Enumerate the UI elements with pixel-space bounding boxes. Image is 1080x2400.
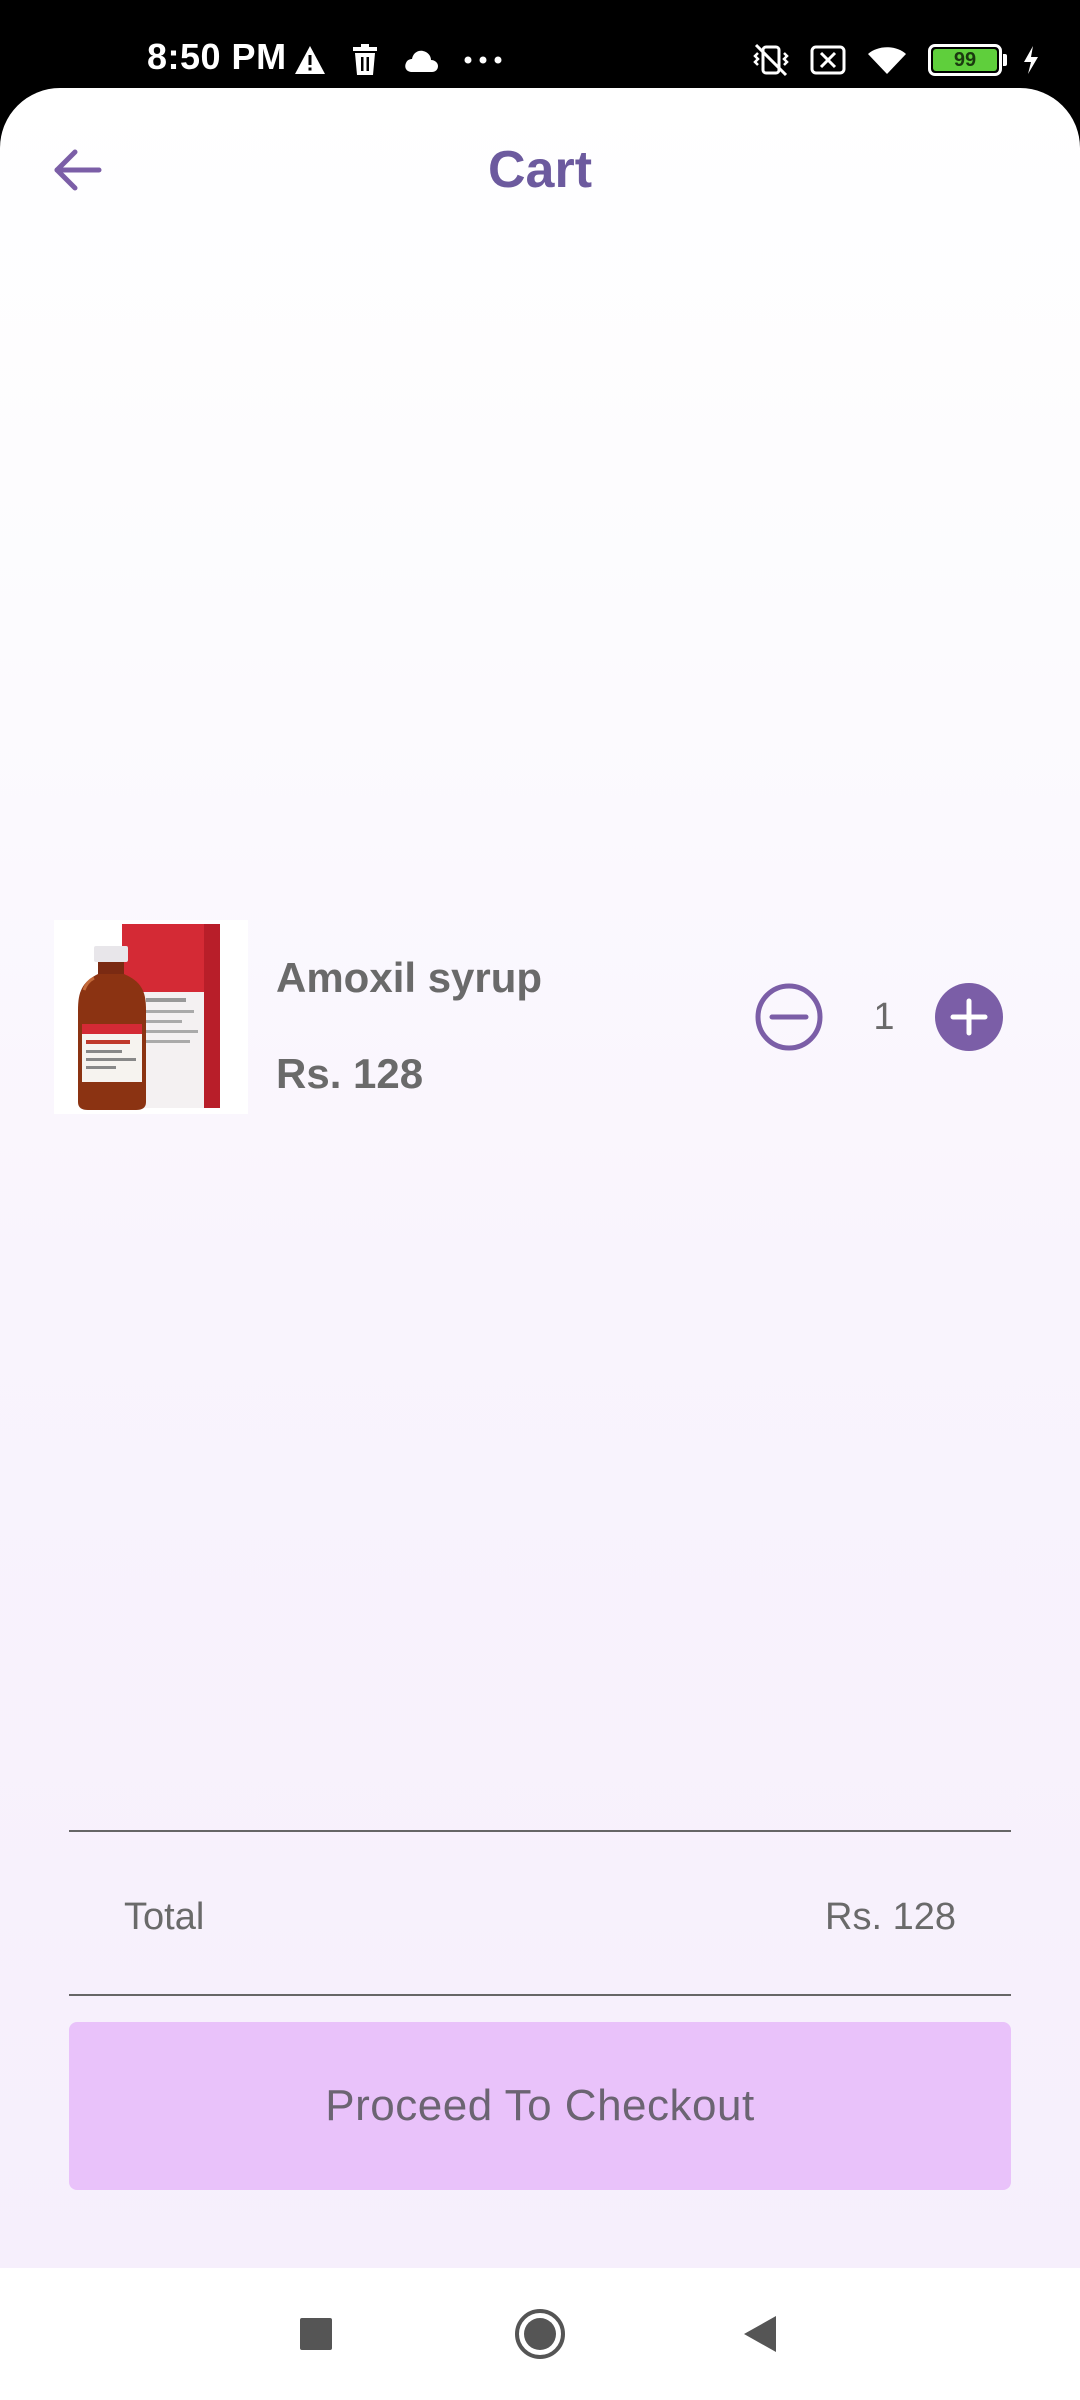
recents-square-icon — [300, 2318, 332, 2350]
trash-icon — [351, 44, 379, 76]
increase-quantity-button[interactable] — [934, 982, 1004, 1052]
cart-item: Amoxil syrup Rs. 128 1 — [54, 920, 1026, 1120]
home-circle-icon — [515, 2309, 565, 2359]
product-price: Rs. 128 — [276, 1050, 424, 1097]
back-triangle-icon — [744, 2316, 776, 2352]
system-nav-bar — [0, 2268, 1080, 2400]
vibrate-off-icon — [752, 43, 790, 77]
product-image[interactable] — [54, 920, 248, 1114]
status-left-icons — [293, 40, 503, 80]
status-bar: 8:50 PM 99 — [0, 0, 1080, 92]
product-name: Amoxil syrup — [276, 954, 543, 1001]
sim-off-icon — [810, 45, 846, 75]
battery-level: 99 — [933, 49, 997, 71]
syrup-bottle-image — [54, 920, 248, 1114]
decrease-quantity-button[interactable] — [754, 982, 824, 1052]
total-divider-bottom — [69, 1994, 1011, 1996]
more-dots-icon — [463, 55, 503, 65]
total-divider-top — [69, 1830, 1011, 1832]
charging-icon — [1022, 45, 1040, 75]
plus-circle-icon — [935, 983, 1003, 1051]
cart-screen: Cart Amoxil syrup Rs. 128 1 Total Rs. 12… — [0, 88, 1080, 2268]
home-button[interactable] — [512, 2306, 568, 2362]
recents-button[interactable] — [288, 2306, 344, 2362]
wifi-icon — [866, 44, 908, 76]
status-time: 8:50 PM — [147, 36, 287, 77]
cloud-icon — [403, 47, 439, 73]
total-value: Rs. 128 — [825, 1896, 956, 1938]
warning-icon — [293, 44, 327, 76]
proceed-to-checkout-button[interactable]: Proceed To Checkout — [69, 2022, 1011, 2190]
status-right-icons: 99 — [752, 40, 1040, 80]
battery-icon: 99 — [928, 44, 1007, 76]
total-label: Total — [124, 1896, 205, 1938]
minus-circle-icon — [755, 983, 823, 1051]
system-back-button[interactable] — [732, 2306, 788, 2362]
quantity-value: 1 — [873, 996, 895, 1038]
page-title: Cart — [487, 141, 593, 199]
